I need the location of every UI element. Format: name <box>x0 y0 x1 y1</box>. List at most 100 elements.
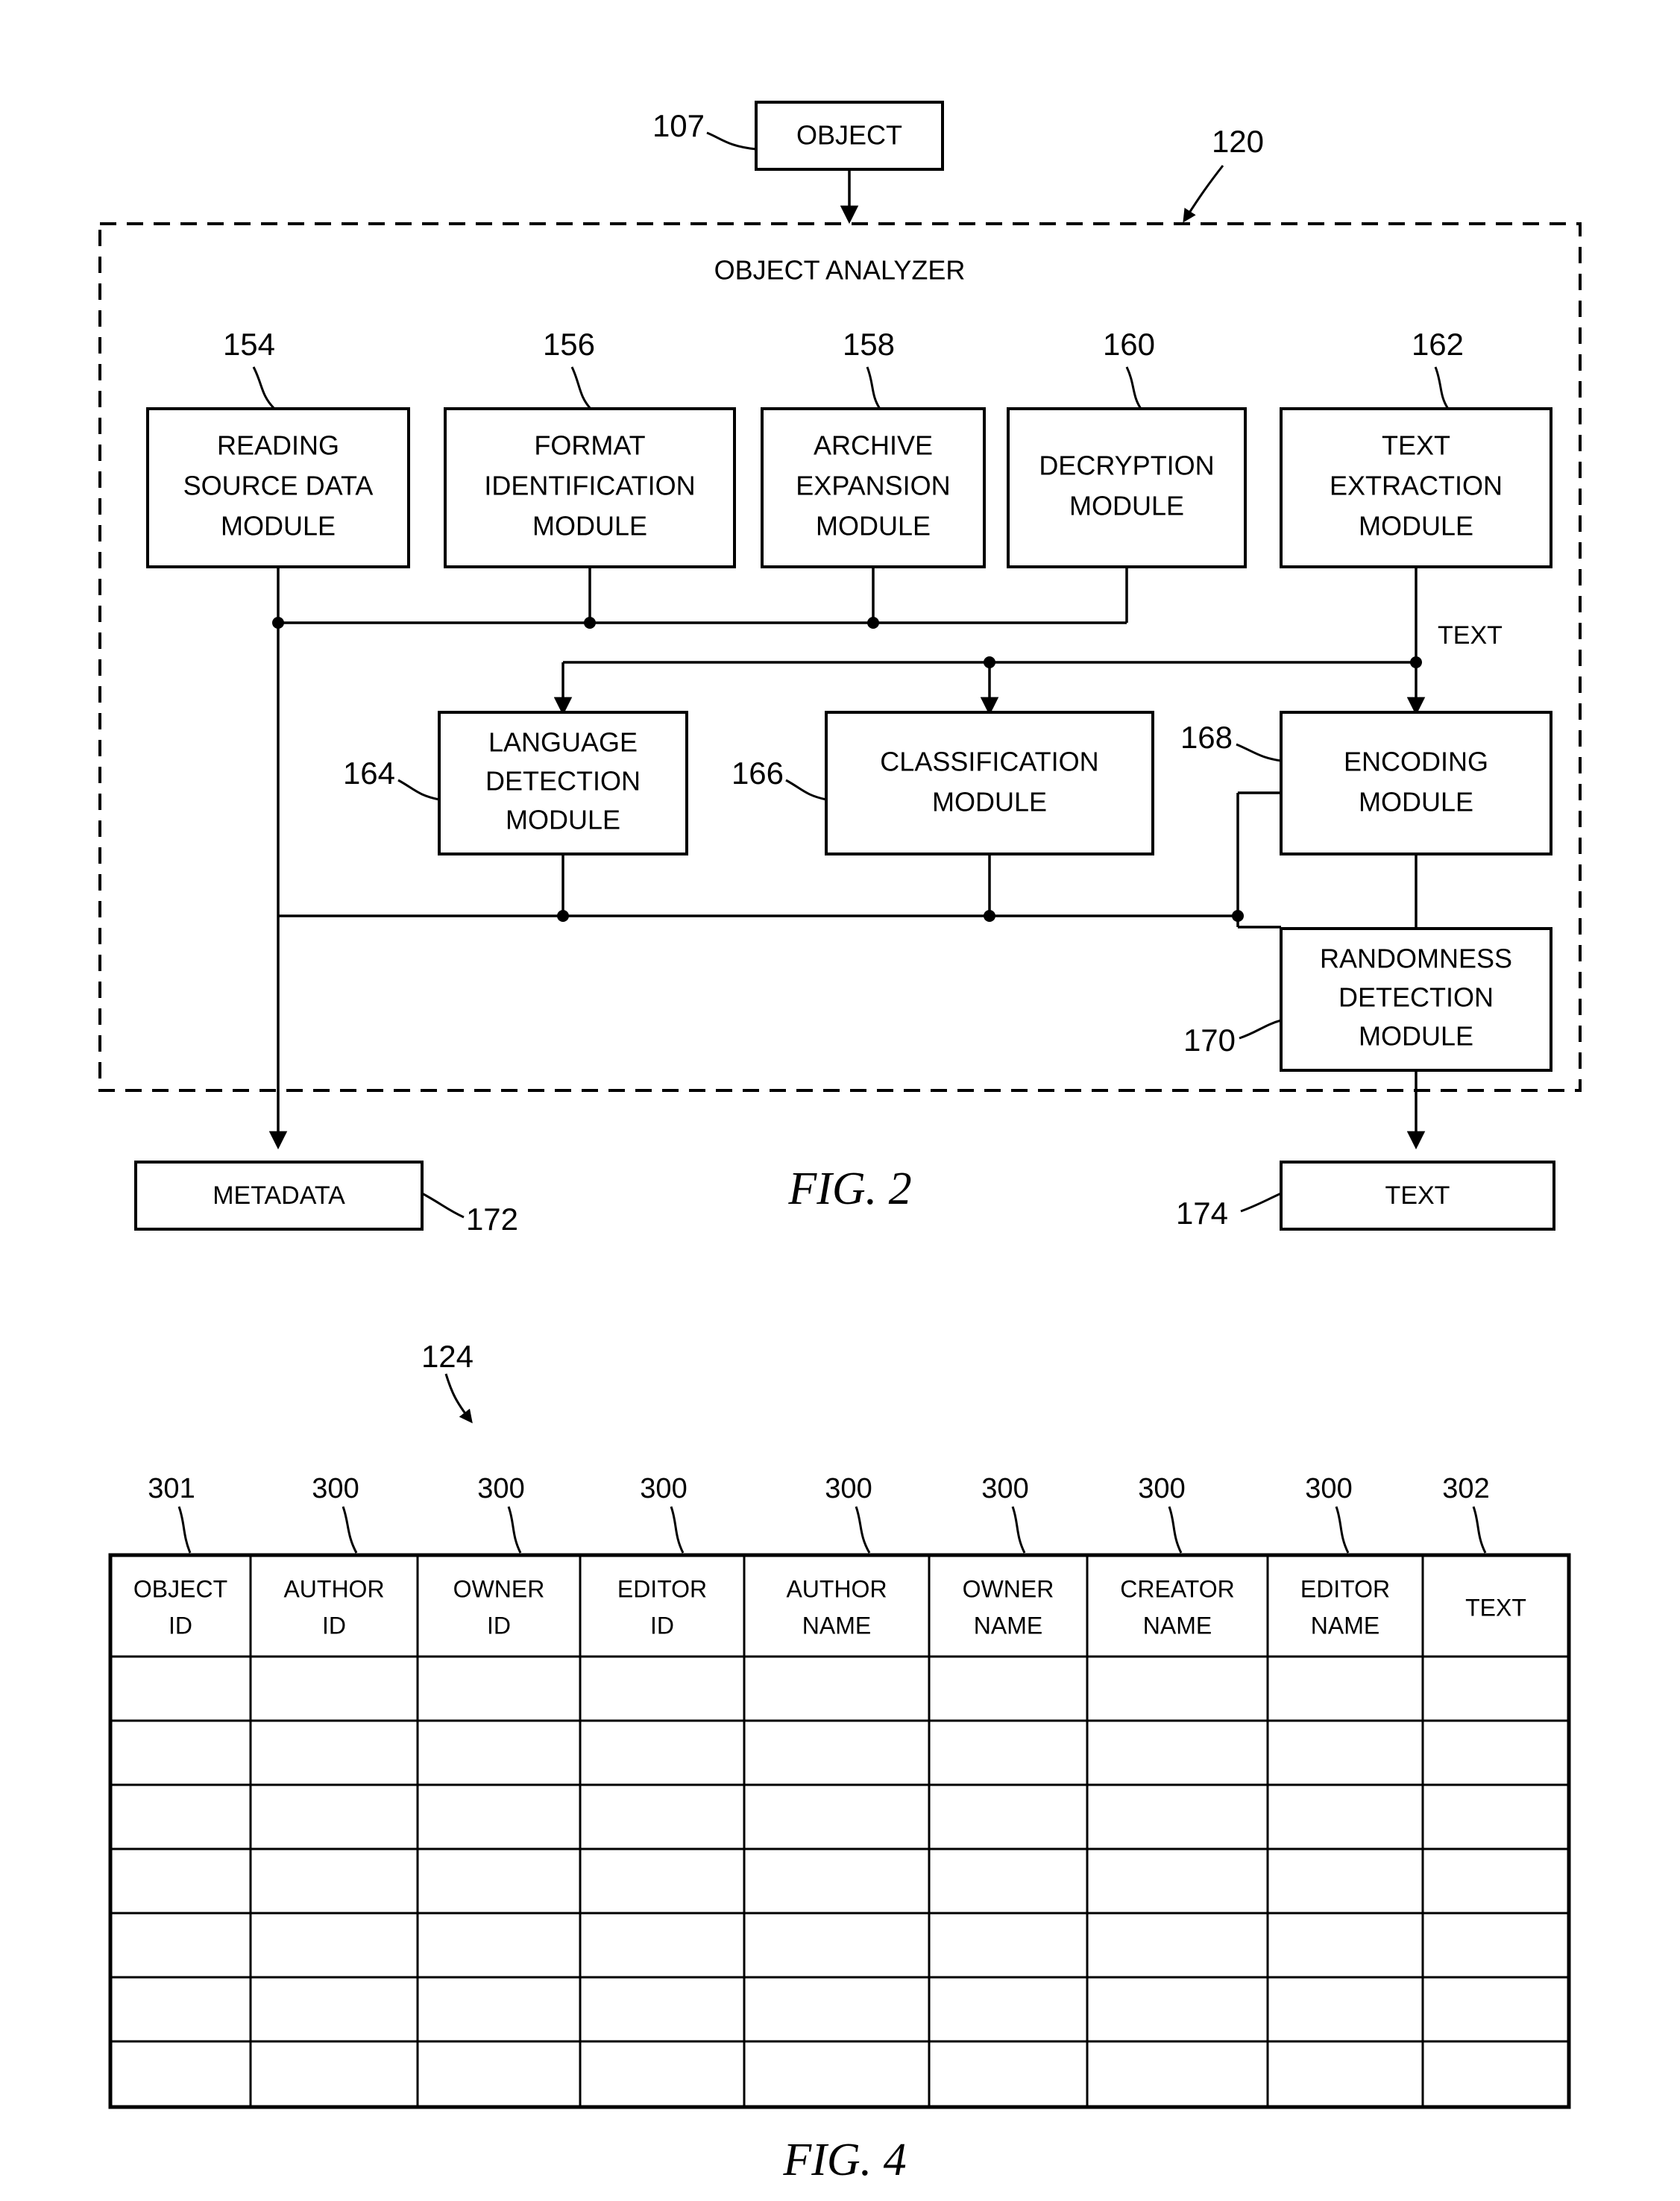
encoding-module: ENCODING MODULE 168 <box>1180 711 1552 855</box>
randomness-detection-module-line-1: RANDOMNESS <box>1320 943 1512 974</box>
encoding-module-line-1: ENCODING <box>1344 747 1488 777</box>
table-header-object-id-line-2: ID <box>169 1612 192 1639</box>
text-extraction-module-line-3: MODULE <box>1359 511 1473 541</box>
table-col-ref-7: 300 <box>1138 1473 1185 1504</box>
table-header-editor-id-line-2: ID <box>650 1612 674 1639</box>
decryption-module: DECRYPTION MODULE 160 <box>1007 327 1247 568</box>
text-output-label: TEXT <box>1385 1181 1450 1210</box>
format-identification-module-line-3: MODULE <box>532 511 647 541</box>
ref-107-leader <box>706 131 757 151</box>
table-header-author-name-line-2: NAME <box>802 1612 871 1639</box>
ref-154-number: 154 <box>223 327 275 362</box>
figure-4-caption: FIG. 4 <box>782 2135 906 2185</box>
text-signal-label: TEXT <box>1438 621 1503 650</box>
table-col-ref-1-leader <box>177 1506 192 1554</box>
table-col-ref-2-leader <box>342 1506 358 1554</box>
table-header-text: TEXT <box>1465 1594 1526 1621</box>
ref-168-number: 168 <box>1180 720 1233 755</box>
ref-168-leader <box>1236 743 1282 762</box>
table-col-ref-1: 301 <box>148 1473 195 1504</box>
randomness-detection-module-line-2: DETECTION <box>1338 982 1494 1013</box>
table-header-object-id-line-1: OBJECT <box>133 1575 227 1602</box>
figure-2-caption: FIG. 2 <box>787 1164 911 1214</box>
object-box-label: OBJECT <box>796 120 902 151</box>
ref-160-leader <box>1125 366 1142 409</box>
ref-172-number: 172 <box>466 1202 518 1237</box>
decryption-module-line-2: MODULE <box>1069 491 1184 521</box>
table-header-owner-id-line-2: ID <box>487 1612 511 1639</box>
ref-166-number: 166 <box>732 756 784 791</box>
archive-expansion-module-line-2: EXPANSION <box>796 471 950 501</box>
classification-module-line-2: MODULE <box>932 787 1047 817</box>
figure-canvas: OBJECT 107 OBJECT ANALYZER 120 READING S… <box>98 101 1582 2185</box>
ref-164-leader <box>397 779 440 801</box>
metadata-output-label: METADATA <box>213 1181 345 1210</box>
format-identification-module: FORMAT IDENTIFICATION MODULE 156 <box>444 327 736 568</box>
table-col-ref-4: 300 <box>640 1473 687 1504</box>
upper-bus-wiring <box>272 567 1128 629</box>
ref-162-leader <box>1434 366 1450 409</box>
table-header-author-id-line-1: AUTHOR <box>283 1575 384 1602</box>
ref-107-number: 107 <box>652 108 705 143</box>
ref-120-leader <box>1183 165 1224 223</box>
distribution-bus-wiring <box>553 656 1426 716</box>
table-header-editor-name-line-1: EDITOR <box>1300 1575 1390 1602</box>
language-detection-module-line-3: MODULE <box>506 805 620 835</box>
table-col-ref-6: 300 <box>981 1473 1028 1504</box>
reading-source-data-module: READING SOURCE DATA MODULE 154 <box>146 327 410 568</box>
ref-160-number: 160 <box>1103 327 1155 362</box>
ref-174-number: 174 <box>1176 1196 1228 1231</box>
table-header-creator-name-line-2: NAME <box>1143 1612 1212 1639</box>
ref-154-leader <box>252 366 276 410</box>
language-detection-module-line-1: LANGUAGE <box>488 727 638 758</box>
table-col-ref-7-leader <box>1168 1506 1183 1554</box>
table-header-editor-name-line-2: NAME <box>1311 1612 1379 1639</box>
table-col-ref-4-leader <box>670 1506 685 1554</box>
ref-158-number: 158 <box>843 327 895 362</box>
table-col-ref-2: 300 <box>312 1473 359 1504</box>
format-identification-module-line-1: FORMAT <box>534 430 645 461</box>
ref-107: 107 <box>652 108 757 151</box>
ref-166-leader <box>785 779 827 801</box>
junction-dot-166-out <box>984 910 995 922</box>
table-column-refs: 301 300 300 300 300 300 300 300 302 <box>148 1473 1490 1554</box>
ref-156-number: 156 <box>543 327 595 362</box>
table-col-ref-3: 300 <box>477 1473 524 1504</box>
ref-120: 120 <box>1183 124 1264 223</box>
table-col-ref-5-leader <box>855 1506 871 1554</box>
archive-expansion-module-line-1: ARCHIVE <box>814 430 933 461</box>
table-header-owner-name-line-1: OWNER <box>963 1575 1054 1602</box>
metadata-output-box: METADATA 172 <box>134 1161 518 1237</box>
ref-120-number: 120 <box>1212 124 1264 159</box>
object-box: OBJECT <box>755 101 944 171</box>
ref-124-leader <box>444 1373 473 1424</box>
reading-source-data-module-line-3: MODULE <box>221 511 336 541</box>
ref-156-leader <box>570 366 592 409</box>
ref-172-leader <box>421 1192 465 1219</box>
table-header-owner-name-line-2: NAME <box>974 1612 1042 1639</box>
text-signal-wire: TEXT <box>1410 567 1503 668</box>
reading-source-data-module-line-2: SOURCE DATA <box>183 471 374 501</box>
ref-174-leader <box>1240 1192 1282 1213</box>
archive-expansion-module: ARCHIVE EXPANSION MODULE 158 <box>761 327 986 568</box>
randomness-detection-module-line-3: MODULE <box>1359 1021 1473 1052</box>
table-header-author-id-line-2: ID <box>322 1612 346 1639</box>
table-col-ref-3-leader <box>507 1506 522 1554</box>
table-col-ref-9-leader <box>1472 1506 1487 1554</box>
randomness-detection-module: RANDOMNESS DETECTION MODULE 170 <box>1183 927 1552 1072</box>
table-header-editor-id-line-1: EDITOR <box>617 1575 707 1602</box>
reading-source-data-module-line-1: READING <box>217 430 339 461</box>
language-detection-module: LANGUAGE DETECTION MODULE 164 <box>343 711 688 855</box>
object-analyzer-title: OBJECT ANALYZER <box>714 255 966 286</box>
ref-124-number: 124 <box>421 1339 474 1374</box>
junction-dot-156 <box>584 617 596 629</box>
ref-162-number: 162 <box>1412 327 1464 362</box>
text-extraction-module-line-2: EXTRACTION <box>1330 471 1503 501</box>
ref-170-leader <box>1239 1019 1282 1040</box>
text-output-box: TEXT 174 <box>1176 1161 1555 1231</box>
patent-figure-sheet: OBJECT 107 OBJECT ANALYZER 120 READING S… <box>0 0 1680 2201</box>
table-col-ref-8-leader <box>1335 1506 1350 1554</box>
encoding-module-line-2: MODULE <box>1359 787 1473 817</box>
table-col-ref-6-leader <box>1011 1506 1026 1554</box>
classification-module: CLASSIFICATION MODULE 166 <box>732 711 1154 855</box>
